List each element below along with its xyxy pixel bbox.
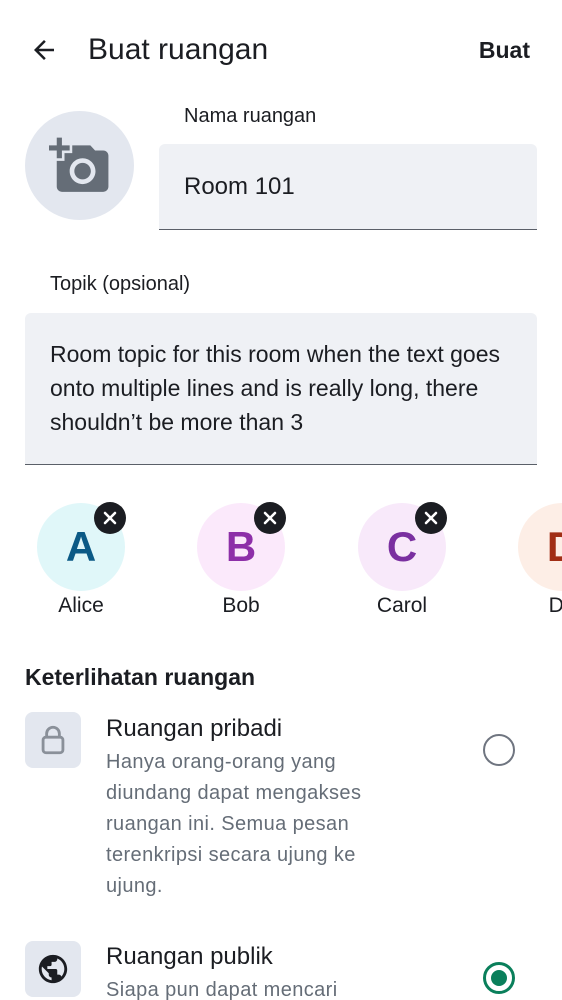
radio-selected-dot <box>491 970 507 986</box>
member-name: Da <box>548 594 562 617</box>
private-room-title: Ruangan pribadi <box>106 715 283 742</box>
public-room-description: Siapa pun dapat mencari <box>106 979 338 1000</box>
private-room-description: Hanya orang-orang yang diundang dapat me… <box>106 751 362 897</box>
private-room-option[interactable]: Ruangan pribadi Hanya orang-orang yang d… <box>0 700 562 910</box>
visibility-section-title: Keterlihatan ruangan <box>25 664 256 690</box>
arrow-left-icon <box>34 40 54 60</box>
add-photo-camera-icon <box>48 137 108 192</box>
member-item-partial: D Da <box>497 500 562 630</box>
lock-icon <box>41 725 65 755</box>
member-name: Alice <box>58 594 104 617</box>
public-room-title: Ruangan publik <box>106 943 273 970</box>
member-item-bob: B Bob <box>176 500 306 630</box>
public-room-radio[interactable] <box>483 962 515 994</box>
close-icon <box>263 511 277 525</box>
create-room-screen: Buat ruangan Buat Nama ruangan Room 101 … <box>0 0 562 1000</box>
back-button[interactable] <box>22 28 66 72</box>
room-name-label: Nama ruangan <box>184 105 317 127</box>
invited-members-list: A Alice B Bob C Carol D Da <box>0 500 562 630</box>
close-icon <box>103 511 117 525</box>
create-button[interactable]: Buat <box>479 34 530 66</box>
member-item-alice: A Alice <box>16 500 146 630</box>
room-avatar-picker[interactable] <box>25 111 134 220</box>
room-topic-value: Room topic for this room when the text g… <box>50 341 500 435</box>
private-room-icon-box <box>25 712 81 768</box>
room-topic-label: Topik (opsional) <box>50 273 191 295</box>
remove-member-button[interactable] <box>254 502 286 534</box>
room-name-value: Room 101 <box>184 173 295 200</box>
member-item-carol: C Carol <box>337 500 467 630</box>
public-room-option[interactable]: Ruangan publik Siapa pun dapat mencari <box>0 930 562 1000</box>
globe-icon <box>38 954 68 984</box>
remove-member-button[interactable] <box>94 502 126 534</box>
top-app-bar: Buat ruangan Buat <box>0 0 562 100</box>
room-name-field[interactable]: Room 101 <box>159 144 537 230</box>
public-room-icon-box <box>25 941 81 997</box>
page-title: Buat ruangan <box>88 33 269 66</box>
room-topic-field[interactable]: Room topic for this room when the text g… <box>25 313 537 465</box>
remove-member-button[interactable] <box>415 502 447 534</box>
member-name: Bob <box>222 594 260 617</box>
avatar: D <box>518 503 562 591</box>
member-name: Carol <box>376 594 428 617</box>
close-icon <box>424 511 438 525</box>
private-room-radio[interactable] <box>483 734 515 766</box>
